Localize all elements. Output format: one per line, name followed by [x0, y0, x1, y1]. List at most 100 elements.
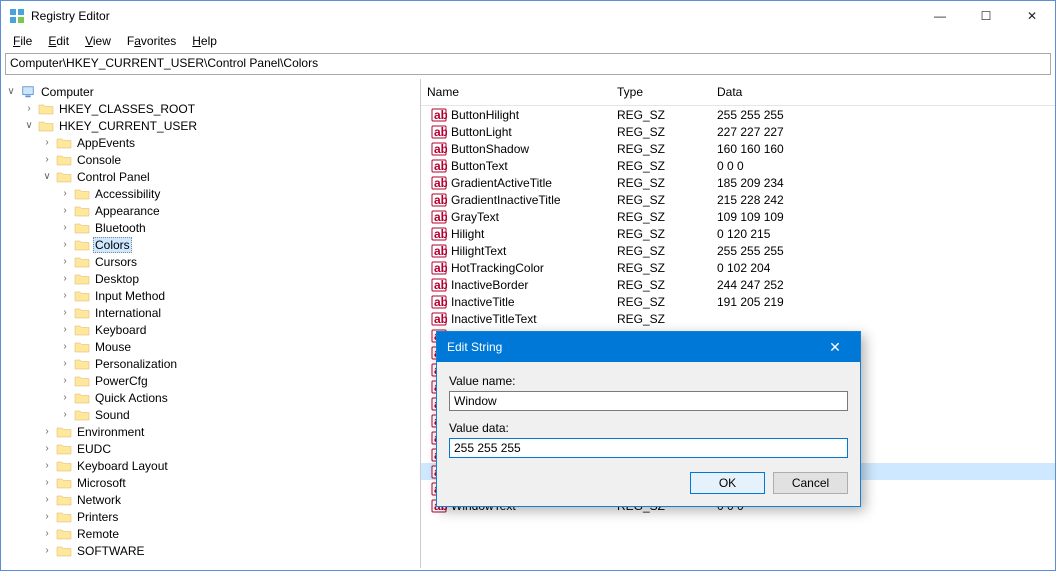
folder-icon: [38, 102, 54, 116]
tree-toggle[interactable]: ›: [59, 256, 71, 267]
value-data: 255 255 255: [717, 244, 1055, 258]
value-row[interactable]: ButtonHilightREG_SZ255 255 255: [421, 106, 1055, 123]
tree-item[interactable]: › Environment: [1, 423, 420, 440]
tree-label: Console: [75, 153, 123, 167]
value-row[interactable]: InactiveTitleTextREG_SZ: [421, 310, 1055, 327]
tree-label: Environment: [75, 425, 146, 439]
tree-item[interactable]: ›Appearance: [1, 202, 420, 219]
col-name[interactable]: Name: [421, 83, 611, 101]
tree-toggle[interactable]: ›: [59, 205, 71, 216]
tree-toggle[interactable]: ›: [59, 222, 71, 233]
tree-item[interactable]: ∨Computer: [1, 83, 420, 100]
tree-item[interactable]: ›Mouse: [1, 338, 420, 355]
minimize-button[interactable]: —: [917, 1, 963, 31]
tree-item[interactable]: ›Accessibility: [1, 185, 420, 202]
value-row[interactable]: GradientInactiveTitleREG_SZ215 228 242: [421, 191, 1055, 208]
tree-toggle[interactable]: ›: [59, 341, 71, 352]
tree-toggle[interactable]: ›: [59, 273, 71, 284]
value-row[interactable]: HilightREG_SZ0 120 215: [421, 225, 1055, 242]
menu-help[interactable]: Help: [186, 32, 223, 50]
tree-toggle[interactable]: ›: [59, 239, 71, 250]
tree-toggle[interactable]: ›: [59, 324, 71, 335]
tree-toggle[interactable]: ›: [59, 375, 71, 386]
tree-toggle[interactable]: ›: [41, 443, 53, 454]
ok-button[interactable]: OK: [690, 472, 765, 494]
value-row[interactable]: HilightTextREG_SZ255 255 255: [421, 242, 1055, 259]
tree-item[interactable]: ›Network: [1, 491, 420, 508]
tree-toggle[interactable]: ›: [41, 545, 53, 556]
close-button[interactable]: ✕: [1009, 1, 1055, 31]
tree-toggle[interactable]: ›: [59, 188, 71, 199]
tree-toggle[interactable]: ›: [59, 409, 71, 420]
value-row[interactable]: InactiveTitleREG_SZ191 205 219: [421, 293, 1055, 310]
tree-item[interactable]: ›Colors: [1, 236, 420, 253]
value-data-input[interactable]: [449, 438, 848, 458]
tree-item[interactable]: ›HKEY_CLASSES_ROOT: [1, 100, 420, 117]
value-name-input[interactable]: [449, 391, 848, 411]
tree-item[interactable]: › Console: [1, 151, 420, 168]
tree-toggle[interactable]: ›: [23, 103, 35, 114]
value-row[interactable]: GradientActiveTitleREG_SZ185 209 234: [421, 174, 1055, 191]
tree-item[interactable]: ›Cursors: [1, 253, 420, 270]
menu-view[interactable]: View: [79, 32, 117, 50]
tree-toggle[interactable]: ›: [59, 358, 71, 369]
tree-toggle[interactable]: ›: [41, 528, 53, 539]
tree-item[interactable]: ›Quick Actions: [1, 389, 420, 406]
value-data: 0 102 204: [717, 261, 1055, 275]
list-header: Name Type Data: [421, 79, 1055, 106]
dialog-close-icon[interactable]: ✕: [820, 339, 850, 356]
folder-icon: [74, 408, 90, 422]
tree-item[interactable]: ∨HKEY_CURRENT_USER: [1, 117, 420, 134]
menu-file[interactable]: File: [7, 32, 38, 50]
tree-toggle[interactable]: ›: [41, 426, 53, 437]
folder-icon: [56, 136, 72, 150]
tree-item[interactable]: ›Sound: [1, 406, 420, 423]
tree-toggle[interactable]: ›: [41, 154, 53, 165]
tree-item[interactable]: ›AppEvents: [1, 134, 420, 151]
value-row[interactable]: ButtonLightREG_SZ227 227 227: [421, 123, 1055, 140]
value-row[interactable]: ButtonShadowREG_SZ160 160 160: [421, 140, 1055, 157]
tree-item[interactable]: ›Keyboard: [1, 321, 420, 338]
tree-item[interactable]: ›EUDC: [1, 440, 420, 457]
value-type: REG_SZ: [617, 108, 717, 122]
tree-item[interactable]: ›Microsoft: [1, 474, 420, 491]
menu-edit[interactable]: Edit: [42, 32, 75, 50]
tree-toggle[interactable]: ›: [41, 137, 53, 148]
folder-icon: [74, 238, 90, 252]
tree-toggle[interactable]: ›: [41, 460, 53, 471]
tree-toggle[interactable]: ›: [59, 290, 71, 301]
col-type[interactable]: Type: [611, 83, 711, 101]
tree-toggle[interactable]: ›: [41, 494, 53, 505]
tree-item[interactable]: ›PowerCfg: [1, 372, 420, 389]
folder-icon: [74, 255, 90, 269]
menu-favorites[interactable]: Favorites: [121, 32, 182, 50]
tree-item[interactable]: ›Desktop: [1, 270, 420, 287]
tree-toggle[interactable]: ∨: [41, 171, 53, 182]
tree-item[interactable]: ›Keyboard Layout: [1, 457, 420, 474]
tree-pane[interactable]: ∨Computer›HKEY_CLASSES_ROOT∨HKEY_CURRENT…: [1, 79, 421, 568]
tree-toggle[interactable]: ›: [41, 511, 53, 522]
tree-toggle[interactable]: ∨: [5, 86, 17, 97]
tree-item[interactable]: ›International: [1, 304, 420, 321]
tree-item[interactable]: ›Input Method: [1, 287, 420, 304]
tree-label: Control Panel: [75, 170, 152, 184]
address-bar[interactable]: Computer\HKEY_CURRENT_USER\Control Panel…: [5, 53, 1051, 75]
tree-toggle[interactable]: ›: [41, 477, 53, 488]
tree-item[interactable]: ›Personalization: [1, 355, 420, 372]
value-row[interactable]: HotTrackingColorREG_SZ0 102 204: [421, 259, 1055, 276]
tree-toggle[interactable]: ∨: [23, 120, 35, 131]
tree-item[interactable]: ›Printers: [1, 508, 420, 525]
dialog-titlebar[interactable]: Edit String ✕: [437, 332, 860, 362]
tree-item[interactable]: ›Remote: [1, 525, 420, 542]
tree-item[interactable]: ›SOFTWARE: [1, 542, 420, 559]
tree-toggle[interactable]: ›: [59, 392, 71, 403]
tree-item[interactable]: ›Bluetooth: [1, 219, 420, 236]
tree-item[interactable]: ∨ Control Panel: [1, 168, 420, 185]
value-row[interactable]: GrayTextREG_SZ109 109 109: [421, 208, 1055, 225]
cancel-button[interactable]: Cancel: [773, 472, 848, 494]
value-row[interactable]: InactiveBorderREG_SZ244 247 252: [421, 276, 1055, 293]
maximize-button[interactable]: ☐: [963, 1, 1009, 31]
col-data[interactable]: Data: [711, 83, 1055, 101]
tree-toggle[interactable]: ›: [59, 307, 71, 318]
value-row[interactable]: ButtonTextREG_SZ0 0 0: [421, 157, 1055, 174]
